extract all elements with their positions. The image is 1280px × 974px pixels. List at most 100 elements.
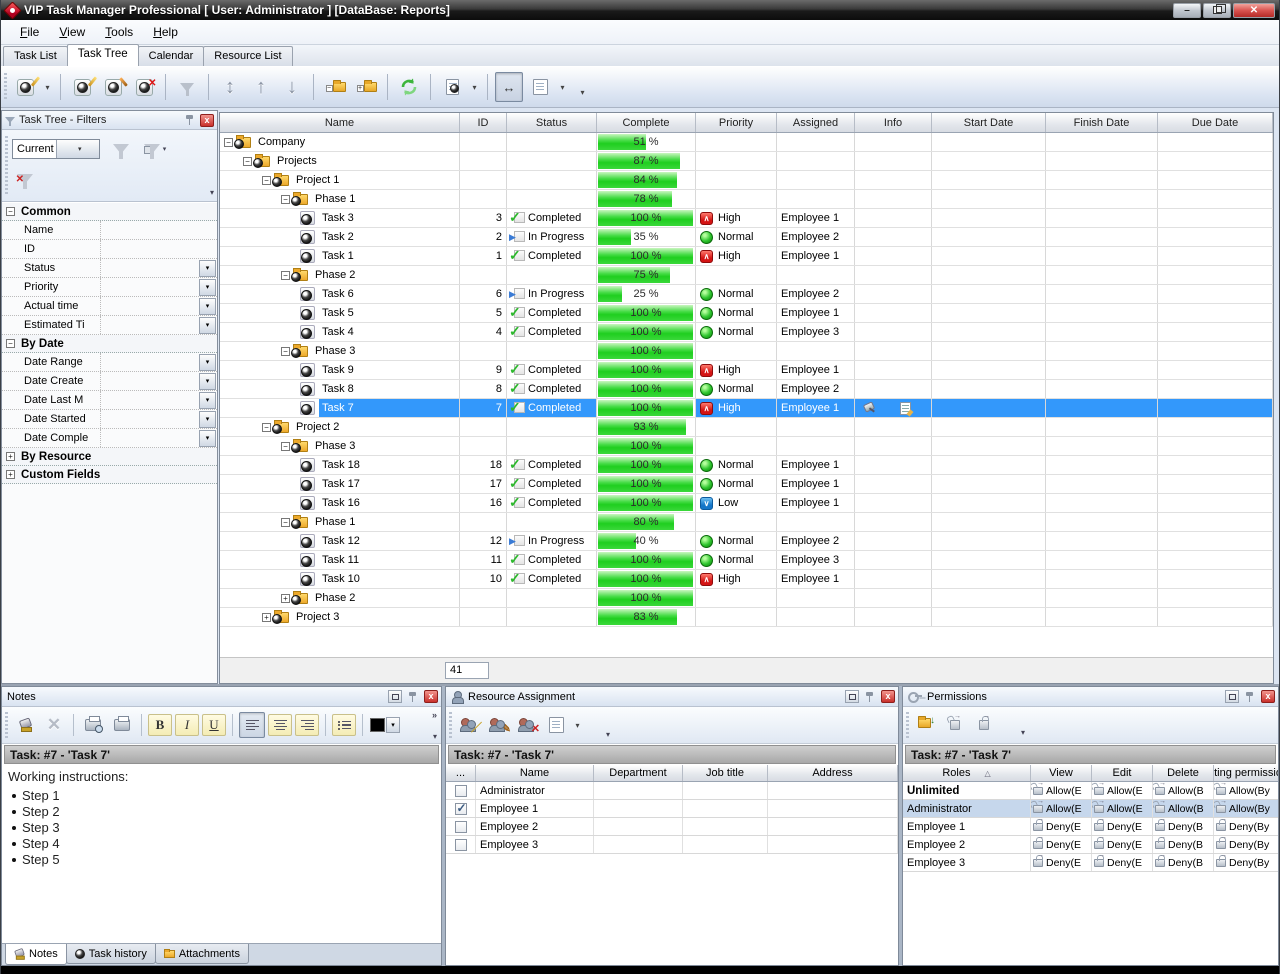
bullet-list-button[interactable] [332,714,356,736]
chevron-down-icon[interactable]: ▾ [199,411,216,428]
permission-view[interactable]: Deny(E [1031,854,1092,871]
chevron-down-icon[interactable]: ▾ [199,298,216,315]
fit-columns-button[interactable]: ↔ [495,72,523,102]
permission-row-employee-3[interactable]: Employee 3Deny(EDeny(EDeny(BDeny(By [903,854,1278,872]
task-row-phase-2[interactable]: +Phase 2 100 % [220,589,1273,608]
tree-collapse-icon[interactable]: − [243,157,252,166]
resource-row-employee-2[interactable]: Employee 2 [446,818,898,836]
delete-note-button[interactable]: ✕ [41,712,67,738]
permissions-close-icon[interactable]: x [1261,690,1275,703]
new-task-button[interactable] [11,72,39,102]
align-right-button[interactable] [295,714,319,736]
align-left-button[interactable] [239,712,265,738]
section-expand-icon[interactable]: + [6,452,15,461]
permission-delete[interactable]: Deny(B [1153,836,1214,853]
permission-delete[interactable]: Deny(B [1153,818,1214,835]
tab-task-list[interactable]: Task List [3,46,68,66]
column-header-edit[interactable]: Edit [1092,765,1153,781]
column-header-roles[interactable]: Roles△ [903,765,1031,781]
column-header-id[interactable]: ID [460,113,507,132]
chevron-down-icon[interactable]: ▾ [1021,728,1025,737]
column-header-assigned[interactable]: Assigned [777,113,855,132]
assign-resource-button[interactable]: ／ [456,712,482,738]
move-task-up-button[interactable]: ↑ [247,72,275,102]
notes-close-icon[interactable]: x [424,690,438,703]
permission-delete[interactable]: Allow(B [1153,800,1214,817]
filter-section-common[interactable]: −Common [2,203,217,221]
filter-value[interactable] [100,278,199,296]
permission-view[interactable]: Deny(E [1031,836,1092,853]
chevron-down-icon[interactable]: ▾ [199,279,216,296]
column-header-name[interactable]: Name [220,113,460,132]
chevron-down-icon[interactable]: ▾ [199,430,216,447]
permission-setting-permissions[interactable]: Allow(By [1214,800,1278,817]
apply-filter-button[interactable] [108,136,134,162]
remove-assignment-button[interactable]: ✕ [514,712,540,738]
resource-checkbox[interactable] [455,839,467,851]
tree-collapse-icon[interactable]: − [262,176,271,185]
filter-field-date-started[interactable]: Date Started ▾ [2,410,217,429]
add-task-button[interactable] [68,72,96,102]
pin-icon[interactable] [1244,691,1256,703]
filter-value[interactable] [100,429,199,447]
task-row-project-2[interactable]: −Project 2 93 % [220,418,1273,437]
chevron-down-icon[interactable]: ▾ [199,392,216,409]
save-filter-button[interactable]: ▾ [142,136,168,162]
permission-setting-permissions[interactable]: Deny(By [1214,854,1278,871]
permission-delete[interactable]: Allow(B [1153,782,1214,799]
edit-assignment-button[interactable]: ✎ [485,712,511,738]
resource-row-employee-1[interactable]: Employee 1 [446,800,898,818]
filter-tasks-button[interactable] [173,72,201,102]
column-header-tting-permissio[interactable]: tting permissio [1214,765,1278,781]
permission-view[interactable]: Deny(E [1031,818,1092,835]
filter-value[interactable] [100,240,217,258]
column-header-priority[interactable]: Priority [696,113,777,132]
tree-collapse-icon[interactable]: − [281,442,290,451]
permission-view[interactable]: Allow(E [1031,800,1092,817]
column-header-start-date[interactable]: Start Date [932,113,1046,132]
restore-panel-icon[interactable] [388,690,402,703]
filter-value[interactable] [100,297,199,315]
filters-close-icon[interactable]: x [200,114,214,127]
chevron-down-icon[interactable]: ▾ [386,717,400,733]
column-header-delete[interactable]: Delete [1153,765,1214,781]
resource-assignment-close-icon[interactable]: x [881,690,895,703]
close-button[interactable]: ✕ [1233,3,1275,18]
restore-panel-icon[interactable] [845,690,859,703]
filter-field-id[interactable]: ID [2,240,217,259]
menu-tools[interactable]: Tools [96,22,142,42]
column-header-info[interactable]: Info [855,113,932,132]
filter-value[interactable] [100,410,199,428]
permission-edit[interactable]: Allow(E [1092,782,1153,799]
section-expand-icon[interactable]: + [6,470,15,479]
resource-checkbox[interactable] [455,785,467,797]
filter-field-status[interactable]: Status ▾ [2,259,217,278]
task-row-phase-3[interactable]: −Phase 3 100 % [220,342,1273,361]
toolbar-overflow[interactable]: ▾ [577,77,588,107]
task-row-phase-3[interactable]: −Phase 3 100 % [220,437,1273,456]
notes-toolbar-overflow-icon[interactable]: » [432,710,437,720]
filter-value[interactable] [100,391,199,409]
pin-icon[interactable] [184,114,196,126]
task-row-task-18[interactable]: Task 18 18 Completed 100 % Normal Employ… [220,456,1273,475]
task-row-task-11[interactable]: Task 11 11 Completed 100 % Normal Employ… [220,551,1273,570]
permission-setting-permissions[interactable]: Deny(By [1214,818,1278,835]
copy-task-menu[interactable]: ▾ [469,72,480,102]
delete-task-button[interactable]: ✕ [130,72,158,102]
task-row-task-2[interactable]: Task 2 2 In Progress 35 % Normal Employe… [220,228,1273,247]
tree-collapse-icon[interactable]: − [281,347,290,356]
filter-value[interactable] [100,316,199,334]
chevron-down-icon[interactable]: ▾ [56,140,100,158]
move-task-down-button[interactable]: ↓ [278,72,306,102]
menu-help[interactable]: Help [144,22,187,42]
columns-settings-menu[interactable]: ▾ [572,710,583,740]
task-row-task-16[interactable]: Task 16 16 Completed 100 % ∨Low Employee… [220,494,1273,513]
chevron-down-icon[interactable]: ▾ [199,354,216,371]
expand-collapse-tasks-button[interactable]: ↕ [216,72,244,102]
filter-field-date-comple[interactable]: Date Comple ▾ [2,429,217,448]
print-preview-button[interactable] [80,712,106,738]
filter-preset-select[interactable]: Current ▾ [12,139,100,159]
column-header-department[interactable]: Department [594,765,683,781]
column-header-complete[interactable]: Complete [597,113,696,132]
notes-editor[interactable]: Working instructions: Step 1Step 2Step 3… [2,765,441,943]
